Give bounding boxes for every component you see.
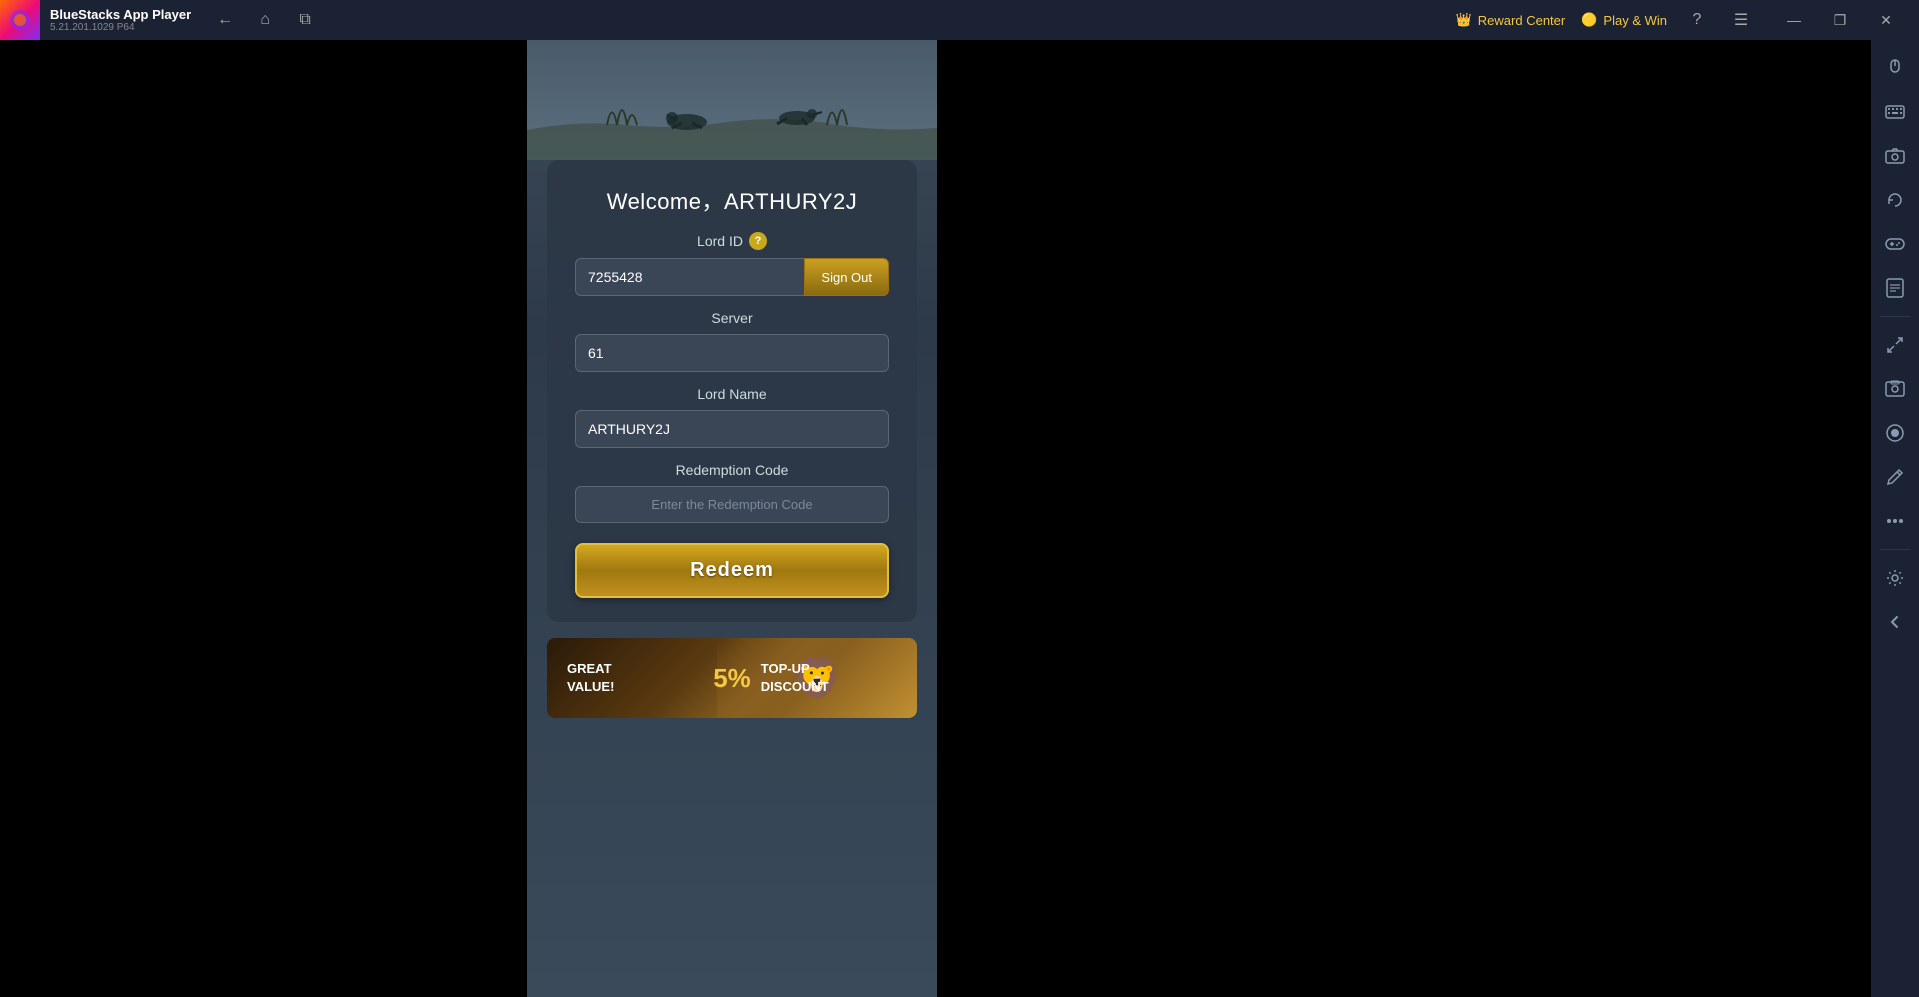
lord-id-input[interactable]	[575, 258, 804, 296]
redemption-code-label: Redemption Code	[575, 462, 889, 478]
banner-topup: TOP-UP DISCOUNT	[761, 660, 897, 696]
sidebar-rotate-icon[interactable]	[1876, 181, 1914, 219]
banner-percent: 5%	[713, 663, 751, 694]
form-panel: Welcome，ARTHURY2J Lord ID ? Sign Out Ser…	[547, 160, 917, 622]
play-win-button[interactable]: 🟡 Play & Win	[1581, 12, 1667, 28]
game-panel: Welcome，ARTHURY2J Lord ID ? Sign Out Ser…	[527, 40, 937, 997]
maximize-button[interactable]: ❐	[1817, 0, 1863, 40]
window-controls: — ❐ ✕	[1771, 0, 1909, 40]
sidebar-back-arrow-icon[interactable]	[1876, 603, 1914, 641]
sidebar-divider-1	[1880, 316, 1910, 317]
reward-center-label: Reward Center	[1478, 13, 1565, 28]
sidebar-screenshot-icon[interactable]	[1876, 370, 1914, 408]
close-button[interactable]: ✕	[1863, 0, 1909, 40]
app-version: 5.21.201.1029 P64	[50, 22, 191, 33]
silhouette-area	[527, 40, 937, 160]
sidebar-mouse-icon[interactable]	[1876, 49, 1914, 87]
sidebar-divider-2	[1880, 549, 1910, 550]
menu-button[interactable]: ☰	[1727, 6, 1755, 34]
server-label: Server	[575, 310, 889, 326]
nav-controls: ← ⌂ ⧉	[201, 6, 329, 34]
sign-out-button[interactable]: Sign Out	[804, 258, 889, 296]
app-name: BlueStacks App Player	[50, 7, 191, 22]
home-button[interactable]: ⌂	[251, 6, 279, 34]
sidebar-keyboard-icon[interactable]	[1876, 93, 1914, 131]
redeem-button[interactable]: Redeem	[575, 543, 889, 598]
minimize-button[interactable]: —	[1771, 0, 1817, 40]
reward-center-button[interactable]: 👑 Reward Center	[1456, 12, 1566, 28]
back-button[interactable]: ←	[211, 6, 239, 34]
sidebar-more-icon[interactable]	[1876, 502, 1914, 540]
sidebar-record-icon[interactable]	[1876, 414, 1914, 452]
welcome-text: Welcome，ARTHURY2J	[575, 184, 889, 216]
crown-icon: 👑	[1456, 12, 1472, 28]
promo-banner[interactable]: GREAT VALUE! 5% TOP-UP DISCOUNT 🦁	[547, 638, 917, 718]
lord-id-help-icon[interactable]: ?	[749, 232, 767, 250]
sidebar-apk-icon[interactable]	[1876, 269, 1914, 307]
app-info: BlueStacks App Player 5.21.201.1029 P64	[40, 7, 201, 33]
left-panel	[0, 40, 527, 997]
lord-id-label: Lord ID ?	[575, 232, 889, 250]
server-input[interactable]	[575, 334, 889, 372]
sidebar-resize-icon[interactable]	[1876, 326, 1914, 364]
app-logo	[0, 0, 40, 40]
sidebar-edit-icon[interactable]	[1876, 458, 1914, 496]
tabs-button[interactable]: ⧉	[291, 6, 319, 34]
title-bar: BlueStacks App Player 5.21.201.1029 P64 …	[0, 0, 1919, 40]
main-content: Welcome，ARTHURY2J Lord ID ? Sign Out Ser…	[0, 40, 1919, 997]
banner-great-value: GREAT VALUE!	[567, 660, 703, 696]
help-button[interactable]: ?	[1683, 6, 1711, 34]
sidebar-camera-icon[interactable]	[1876, 137, 1914, 175]
sidebar-settings-icon[interactable]	[1876, 559, 1914, 597]
play-win-icon: 🟡	[1581, 12, 1597, 28]
play-win-label: Play & Win	[1603, 13, 1667, 28]
right-panel	[937, 40, 1919, 997]
lord-id-row: Sign Out	[575, 258, 889, 296]
sidebar-controller-icon[interactable]	[1876, 225, 1914, 263]
lord-name-input[interactable]	[575, 410, 889, 448]
right-sidebar	[1871, 40, 1919, 997]
lord-name-label: Lord Name	[575, 386, 889, 402]
title-bar-right: 👑 Reward Center 🟡 Play & Win ? ☰ — ❐ ✕	[1456, 0, 1919, 40]
redemption-code-input[interactable]	[575, 486, 889, 523]
